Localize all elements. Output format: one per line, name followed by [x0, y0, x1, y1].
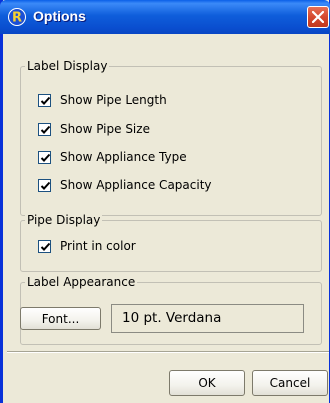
font-button[interactable]: Font... — [20, 307, 101, 330]
title-bar[interactable]: R Options — [0, 0, 330, 34]
close-button[interactable] — [307, 6, 329, 28]
show-pipe-length-checkbox[interactable]: Show Pipe Length — [38, 92, 167, 108]
close-icon — [312, 11, 324, 23]
checkbox-box[interactable] — [38, 178, 51, 192]
ok-button[interactable]: OK — [169, 370, 245, 396]
checkmark-icon — [40, 242, 51, 251]
label-display-legend: Label Display — [25, 59, 110, 73]
show-pipe-size-checkbox[interactable]: Show Pipe Size — [38, 121, 150, 137]
checkbox-label: Print in color — [60, 239, 136, 253]
checkbox-label: Show Appliance Capacity — [60, 178, 212, 192]
checkmark-icon — [40, 181, 51, 190]
app-r-icon: R — [8, 8, 26, 26]
window-title: Options — [33, 8, 86, 24]
font-value-field: 10 pt. Verdana — [111, 304, 304, 333]
checkmark-icon — [40, 96, 51, 105]
checkbox-box[interactable] — [38, 122, 51, 136]
show-appliance-type-checkbox[interactable]: Show Appliance Type — [38, 149, 187, 165]
show-appliance-capacity-checkbox[interactable]: Show Appliance Capacity — [38, 177, 212, 193]
checkmark-icon — [40, 125, 51, 134]
checkbox-box[interactable] — [38, 150, 51, 164]
checkmark-icon — [40, 153, 51, 162]
checkbox-label: Show Appliance Type — [60, 150, 187, 164]
divider — [7, 351, 329, 353]
checkbox-label: Show Pipe Size — [60, 122, 150, 136]
pipe-display-legend: Pipe Display — [25, 213, 103, 227]
pipe-display-group: Pipe Display Print in color — [20, 213, 322, 272]
checkbox-box[interactable] — [38, 93, 51, 107]
cancel-button[interactable]: Cancel — [252, 370, 328, 396]
label-display-group: Label Display Show Pipe Length Show Pipe… — [20, 59, 322, 216]
svg-text:R: R — [12, 11, 22, 26]
checkbox-box[interactable] — [38, 239, 51, 253]
options-dialog: R Options Label Display Show Pipe Length… — [0, 0, 330, 403]
checkbox-label: Show Pipe Length — [60, 93, 167, 107]
print-in-color-checkbox[interactable]: Print in color — [38, 238, 136, 254]
label-appearance-legend: Label Appearance — [25, 275, 138, 289]
